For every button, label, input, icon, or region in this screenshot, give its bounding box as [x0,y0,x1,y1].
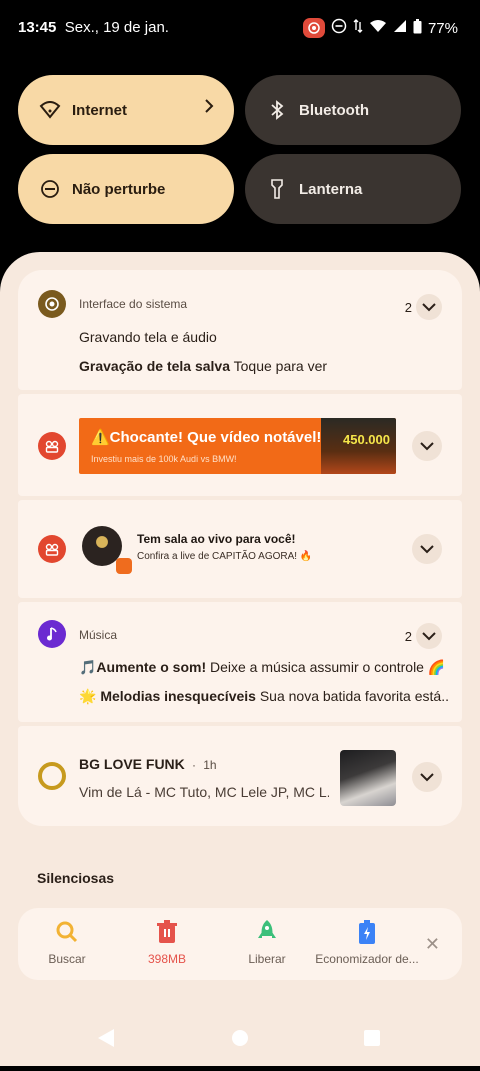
saved-text: Toque para ver [233,358,328,374]
tool-search-label: Buscar [48,952,86,966]
expand-button[interactable] [412,762,442,792]
screen-record-app-icon [38,290,66,318]
tile-internet[interactable]: Internet [18,75,234,145]
tool-search[interactable]: Buscar [12,920,122,966]
live-app-icon [38,432,66,460]
wifi-icon [369,19,387,37]
notification-live[interactable]: Tem sala ao vivo para você! Confira a li… [18,500,462,598]
media-time: 1h [203,758,217,772]
group-expand-button[interactable]: 2 [405,294,442,320]
chevron-down-icon [416,294,442,320]
tile-bluetooth-label: Bluetooth [299,101,369,119]
promo-banner[interactable]: ⚠️Chocante! Que vídeo notável! Investiu … [79,418,396,474]
quick-tools-bar: Buscar 398MB Liberar Economizador de... … [18,908,462,980]
media-app-icon [38,762,66,790]
tile-dnd-label: Não perturbe [72,180,166,198]
saved-title: Gravação de tela salva [79,358,230,374]
flashlight-icon [265,177,289,201]
media-title-line: BG LOVE FUNK · 1h [79,756,217,772]
battery-saver-icon [355,920,379,944]
navigation-bar [0,1010,480,1066]
promo-image: 450.000 [321,418,396,474]
screen-record-icon[interactable] [302,18,325,38]
chevron-right-icon [204,99,214,117]
music-note-icon [38,620,66,648]
notification-title: Gravando tela e áudio [79,329,217,345]
tile-flashlight-label: Lanterna [299,180,363,198]
tile-dnd[interactable]: Não perturbe [18,154,234,224]
battery-percent: 77% [427,19,458,37]
tile-flashlight[interactable]: Lanterna [245,154,461,224]
notification-music[interactable]: Música 2 🎵Aumente o som! Deixe a música … [18,602,462,722]
notification-system[interactable]: Interface do sistema 2 Gravando tela e á… [18,270,462,390]
tool-battery-saver-label: Economizador de... [315,952,419,966]
back-icon[interactable] [98,1029,114,1047]
chevron-down-icon [420,441,434,450]
bluetooth-icon [265,98,289,122]
live-subtitle: Confira a live de CAPITÃO AGORA! 🔥 [137,551,313,562]
expand-button[interactable] [412,431,442,461]
status-time-date: 13:45 Sex., 19 de jan. [18,19,169,36]
notification-shade: Interface do sistema 2 Gravando tela e á… [0,252,480,1066]
notification-promo[interactable]: ⚠️Chocante! Que vídeo notável! Investiu … [18,394,462,496]
tool-clean-label: 398MB [147,952,187,966]
dnd-tile-icon [38,177,62,201]
music-line-2[interactable]: 🌟 Melodias inesquecíveis Sua nova batida… [79,688,449,705]
music-line-1-title: 🎵Aumente o som! [79,659,207,675]
tile-internet-label: Internet [72,101,128,119]
app-name: Música [79,628,118,642]
status-icons: 77% [302,18,458,38]
signal-icon [393,19,407,37]
group-count: 2 [404,628,412,644]
group-count: 2 [404,299,412,315]
notification-media[interactable]: BG LOVE FUNK · 1h Vim de Lá - MC Tuto, M… [18,726,462,826]
chevron-down-icon [416,623,442,649]
tool-boost[interactable]: Liberar [212,920,322,966]
notification-saved-line[interactable]: Gravação de tela salva Toque para ver [79,358,449,374]
status-bar: 13:45 Sex., 19 de jan. 77% [0,0,480,56]
group-expand-button[interactable]: 2 [405,623,442,649]
recents-icon[interactable] [364,1030,380,1046]
app-name: Interface do sistema [79,297,188,311]
promo-number: 450.000 [343,432,390,447]
status-date: Sex., 19 de jan. [64,19,169,36]
music-line-1-text: Deixe a música assumir o controle 🌈 [210,659,446,675]
media-text: Vim de Lá - MC Tuto, MC Lele JP, MC L... [79,784,329,800]
music-line-2-text: Sua nova batida favorita está... [259,688,449,704]
search-icon [55,920,79,944]
media-title: BG LOVE FUNK [79,756,185,772]
chevron-down-icon [420,772,434,781]
music-line-1[interactable]: 🎵Aumente o som! Deixe a música assumir o… [79,659,449,676]
home-icon[interactable] [232,1030,248,1046]
rocket-icon [255,920,279,944]
status-time: 13:45 [18,19,57,36]
close-icon[interactable]: ✕ [425,934,440,955]
wifi-tile-icon [38,98,62,122]
data-transfer-icon [353,18,363,38]
trash-icon [155,920,179,944]
media-thumbnail [340,750,396,806]
battery-icon [413,18,422,38]
chevron-down-icon [420,544,434,553]
live-badge-icon [116,558,132,574]
live-title: Tem sala ao vivo para você! [137,532,296,546]
tool-clean[interactable]: 398MB [112,920,222,966]
promo-subtitle: Investiu mais de 100k Audi vs BMW! [91,454,237,464]
expand-button[interactable] [412,534,442,564]
music-line-2-title: 🌟 Melodias inesquecíveis [79,688,256,704]
tool-boost-label: Liberar [248,952,286,966]
section-silent-label: Silenciosas [37,870,115,886]
dnd-status-icon [331,18,347,38]
tool-battery-saver[interactable]: Economizador de... [312,920,422,966]
live-app-icon [38,535,66,563]
promo-title: ⚠️Chocante! Que vídeo notável! [91,429,322,446]
tile-bluetooth[interactable]: Bluetooth [245,75,461,145]
